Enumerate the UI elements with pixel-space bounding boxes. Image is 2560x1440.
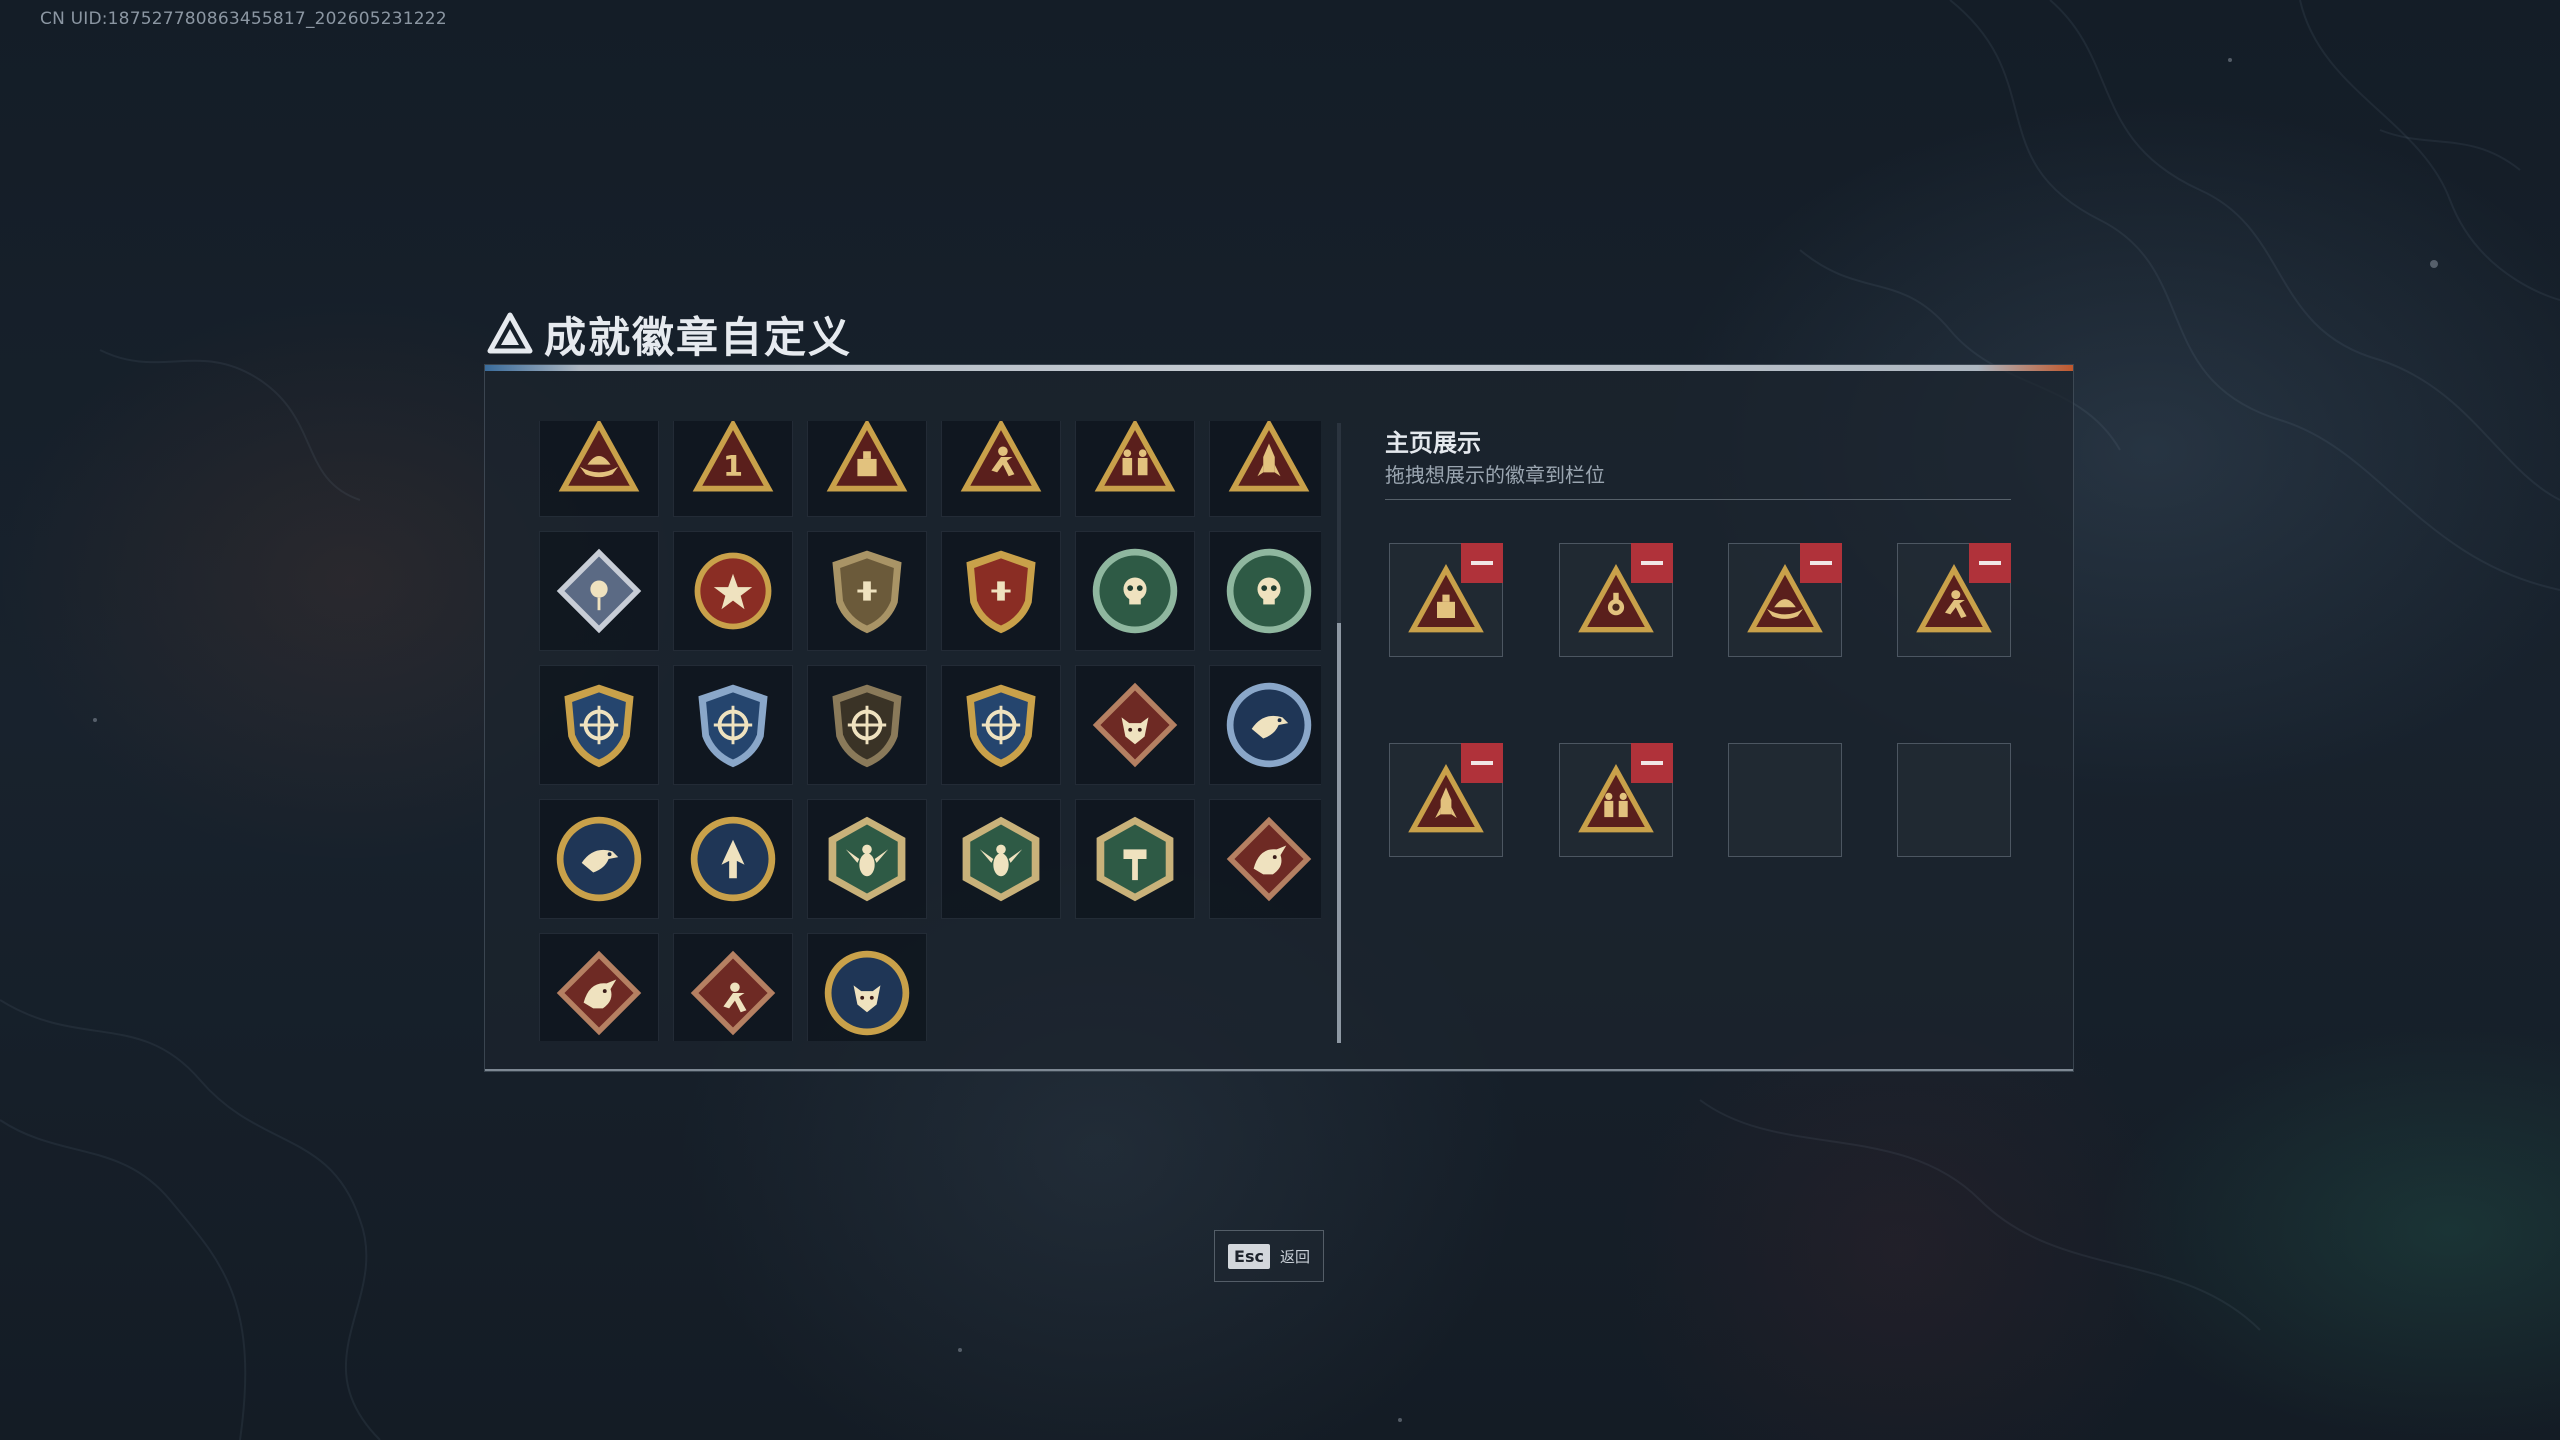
badge-cell[interactable] [1075,531,1195,651]
panel-bottom-border [485,1069,2073,1071]
triangle-number-one-badge-icon: 1 [692,421,774,492]
showcase-slot-empty[interactable] [1897,743,2011,857]
badge-cell[interactable] [807,421,927,517]
showcase-slot[interactable] [1897,543,2011,657]
back-button[interactable]: Esc 返回 [1214,1230,1324,1282]
badge-cell[interactable] [539,531,659,651]
badge-cell[interactable] [539,799,659,919]
svg-text:1: 1 [723,449,743,483]
gold-crosshair-shield-badge-icon [564,684,634,768]
scrollbar-thumb[interactable] [1337,623,1341,1043]
red-dragon-diamond-badge-icon [1226,816,1312,902]
showcase-slot[interactable] [1728,543,1842,657]
star-medal-badge-icon [694,552,772,630]
page-header: 成就徽章自定义 [486,305,852,363]
remove-badge-button[interactable] [1800,543,1842,583]
bronze-crosshair-shield-badge-icon [832,684,902,768]
badge-customize-panel: 1 主页展示 拖拽想展示的徽章到栏位 [484,364,2074,1072]
badge-cell[interactable] [1075,799,1195,919]
badge-cell[interactable] [941,421,1061,517]
showcase-slot[interactable] [1389,743,1503,857]
triangle-rocket-badge-icon [1228,421,1310,492]
badge-cell[interactable] [807,799,927,919]
minus-icon [1979,561,2001,565]
showcase-slot[interactable] [1559,743,1673,857]
blue-crosshair-shield-badge-icon [698,684,768,768]
badge-cell[interactable] [807,933,927,1041]
page-title: 成就徽章自定义 [544,312,853,362]
blue-eagle-circle-2-badge-icon [556,816,642,902]
badge-cell[interactable]: 1 [673,421,793,517]
minus-icon [1471,761,1493,765]
showcase-subtitle: 拖拽想展示的徽章到栏位 [1385,463,1605,487]
red-wolf-diamond-badge-icon [1092,682,1178,768]
remove-badge-button[interactable] [1461,543,1503,583]
triangle-boat-badge-icon [558,421,640,492]
badge-cell[interactable] [807,531,927,651]
remove-badge-button[interactable] [1461,743,1503,783]
showcase-slot[interactable] [1389,543,1503,657]
green-hammer-hexagon-badge-icon [1096,816,1174,902]
shield-crest-badge-icon [832,550,902,634]
blue-eagle-circle-badge-icon [1226,682,1312,768]
minus-icon [1471,561,1493,565]
starred-crest-badge-icon [966,550,1036,634]
badge-cell[interactable] [1075,421,1195,517]
back-button-label: 返回 [1279,1247,1310,1266]
red-dragon-diamond-2-badge-icon [556,950,642,1036]
blue-wolf-circle-badge-icon [824,950,910,1036]
badge-cell[interactable] [941,799,1061,919]
badge-cell[interactable] [673,531,793,651]
esc-key-icon: Esc [1228,1243,1270,1269]
showcase-slot-empty[interactable] [1728,743,1842,857]
gold-crosshair-shield-2-badge-icon [966,684,1036,768]
delta-logo-icon [487,312,533,354]
badge-cell[interactable] [673,933,793,1041]
badge-cell[interactable] [941,531,1061,651]
badge-cell[interactable] [807,665,927,785]
badge-cell[interactable] [1209,665,1321,785]
green-laurel-skull-badge-icon [1226,548,1312,634]
showcase-title: 主页展示 [1385,429,1481,457]
uid-watermark: CN UID:1875277808634558​17_202605231222 [40,9,447,29]
remove-badge-button[interactable] [1631,743,1673,783]
triangle-runner-badge-icon [960,421,1042,492]
remove-badge-button[interactable] [1631,543,1673,583]
triangle-soldiers-badge-icon [1094,421,1176,492]
badge-grid: 1 [539,421,1321,1041]
badge-cell[interactable] [539,665,659,785]
red-runner-diamond-badge-icon [690,950,776,1036]
badge-cell[interactable] [941,665,1061,785]
badge-cell[interactable] [673,665,793,785]
badge-cell[interactable] [539,933,659,1041]
green-crosshair-skull-badge-icon [1092,548,1178,634]
showcase-slot[interactable] [1559,543,1673,657]
blue-arrow-circle-badge-icon [690,816,776,902]
badge-cell[interactable] [673,799,793,919]
badge-cell[interactable] [1209,799,1321,919]
green-wasp-hexagon-badge-icon [828,816,906,902]
badge-cell[interactable] [1209,421,1321,517]
badge-cell[interactable] [1075,665,1195,785]
badge-list-scrollbar[interactable] [1337,423,1341,1043]
showcase-divider [1385,499,2011,500]
triangle-box-badge-icon [826,421,908,492]
badge-list-viewport: 1 [539,421,1321,1041]
green-wasp-hexagon-2-badge-icon [962,816,1040,902]
badge-cell[interactable] [539,421,659,517]
remove-badge-button[interactable] [1969,543,2011,583]
diamond-rose-badge-icon [556,548,642,634]
panel-top-border [485,365,2073,371]
badge-cell[interactable] [1209,531,1321,651]
minus-icon [1641,561,1663,565]
minus-icon [1810,561,1832,565]
minus-icon [1641,761,1663,765]
